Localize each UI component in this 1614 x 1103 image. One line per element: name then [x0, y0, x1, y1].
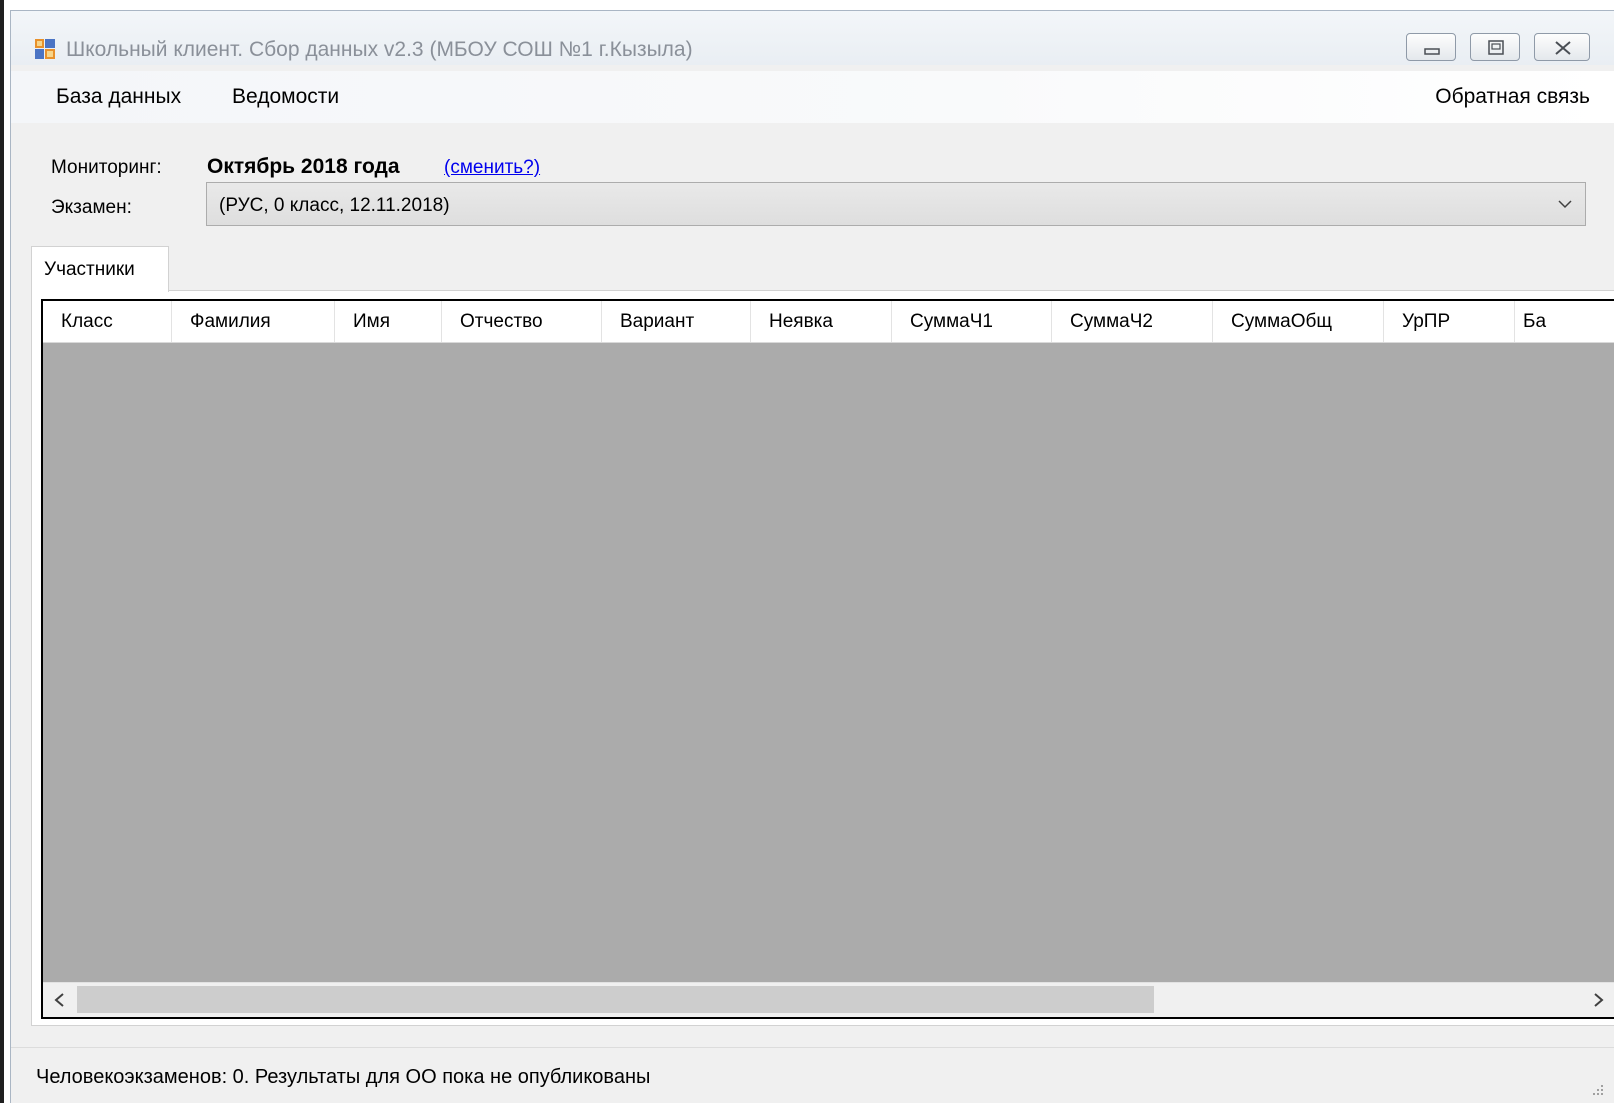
close-icon	[1555, 41, 1571, 55]
column-header-sum-total[interactable]: СуммаОбщ	[1213, 301, 1384, 342]
app-window: Школьный клиент. Сбор данных v2.3 (МБОУ …	[10, 10, 1614, 1103]
desktop-edge	[0, 0, 4, 1103]
column-header-level[interactable]: УрПР	[1384, 301, 1515, 342]
menu-database[interactable]: База данных	[56, 85, 181, 109]
monitoring-value: Октябрь 2018 года	[207, 155, 400, 178]
grid-header: Класс Фамилия Имя Отчество Вариант Неявк…	[43, 301, 1614, 343]
minimize-button[interactable]	[1406, 33, 1456, 61]
participants-grid[interactable]: Класс Фамилия Имя Отчество Вариант Неявк…	[41, 299, 1614, 1019]
column-header-score[interactable]: Ба	[1515, 301, 1614, 342]
window-title: Школьный клиент. Сбор данных v2.3 (МБОУ …	[66, 38, 693, 61]
screen: Школьный клиент. Сбор данных v2.3 (МБОУ …	[0, 0, 1614, 1103]
exam-select[interactable]: (РУС, 0 класс, 12.11.2018)	[206, 182, 1586, 226]
monitoring-label: Мониторинг:	[51, 157, 162, 178]
column-header-patronymic[interactable]: Отчество	[442, 301, 602, 342]
tab-participants-label: Участники	[44, 259, 135, 280]
column-header-class[interactable]: Класс	[43, 301, 172, 342]
menu-bar: База данных Ведомости Обратная связь	[11, 71, 1614, 123]
chevron-left-icon	[54, 993, 64, 1007]
status-text: Человекоэкзаменов: 0. Результаты для ОО …	[36, 1066, 651, 1088]
menu-feedback[interactable]: Обратная связь	[1435, 85, 1590, 109]
scroll-right-button[interactable]	[1581, 983, 1614, 1017]
status-bar: Человекоэкзаменов: 0. Результаты для ОО …	[11, 1047, 1614, 1103]
app-window-icon	[35, 39, 55, 59]
title-bar[interactable]: Школьный клиент. Сбор данных v2.3 (МБОУ …	[11, 11, 1614, 65]
column-header-surname[interactable]: Фамилия	[172, 301, 335, 342]
close-button[interactable]	[1534, 33, 1590, 61]
chevron-down-icon	[1558, 200, 1572, 209]
maximize-button[interactable]	[1470, 33, 1520, 61]
column-header-name[interactable]: Имя	[335, 301, 442, 342]
scroll-left-button[interactable]	[43, 983, 77, 1017]
column-header-sum-part2[interactable]: СуммаЧ2	[1052, 301, 1213, 342]
exam-select-value: (РУС, 0 класс, 12.11.2018)	[219, 195, 450, 216]
tab-participants[interactable]: Участники	[31, 246, 169, 292]
resize-grip-icon[interactable]	[1590, 1083, 1604, 1097]
change-monitoring-link[interactable]: (сменить?)	[444, 157, 540, 179]
menu-statements[interactable]: Ведомости	[232, 85, 339, 109]
scroll-thumb[interactable]	[77, 986, 1154, 1013]
column-header-variant[interactable]: Вариант	[602, 301, 751, 342]
chevron-right-icon	[1594, 993, 1604, 1007]
exam-label: Экзамен:	[51, 197, 132, 218]
column-header-sum-part1[interactable]: СуммаЧ1	[892, 301, 1052, 342]
column-header-absence[interactable]: Неявка	[751, 301, 892, 342]
minimize-icon	[1424, 48, 1440, 55]
horizontal-scrollbar[interactable]	[43, 982, 1614, 1017]
maximize-icon	[1488, 40, 1504, 55]
